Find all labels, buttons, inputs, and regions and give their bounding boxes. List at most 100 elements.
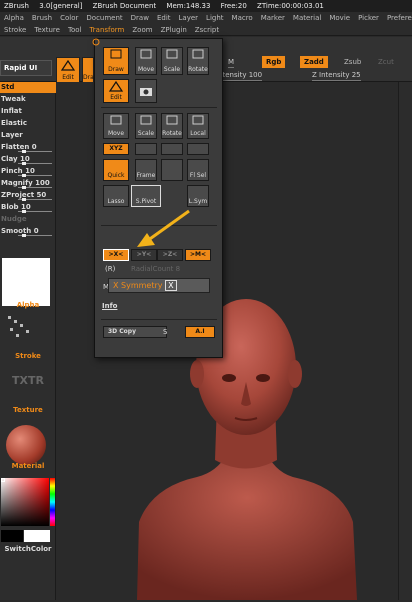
move-icon (140, 49, 152, 59)
edit-label: Edit (62, 74, 74, 81)
zsub-button[interactable]: Zsub (340, 56, 365, 68)
stroke-label[interactable]: Stroke (0, 352, 56, 360)
flat-sel-label: Fl Sel (189, 172, 207, 179)
row1-rotate-button[interactable]: Rotate (187, 47, 209, 75)
material-label[interactable]: Material (0, 462, 56, 470)
mem-readout: Mem:148.33 (166, 2, 211, 10)
brush-clay[interactable]: Clay 10 (0, 154, 56, 165)
r-label[interactable]: (R) (105, 265, 115, 273)
switch-color-button[interactable]: SwitchColor (0, 545, 56, 553)
brush-pinch[interactable]: Pinch 10 (0, 166, 56, 177)
brush-tweak[interactable]: Tweak (0, 94, 56, 105)
brush-layer[interactable]: Layer (0, 130, 56, 141)
brush-slider-knob[interactable] (22, 162, 26, 165)
spivot-button[interactable]: S.Pivot (131, 185, 161, 207)
edit-mode-button[interactable]: Edit (103, 79, 129, 103)
row1-draw-button[interactable]: Draw (103, 47, 129, 75)
rotate-x-icon[interactable] (135, 143, 157, 155)
zadd-button[interactable]: Zadd (300, 56, 328, 68)
menu-item-brush[interactable]: Brush (32, 12, 52, 24)
z-intensity-slider[interactable]: Z Intensity 25 (312, 71, 361, 81)
frame-label: Frame (136, 172, 156, 179)
brush-magnify[interactable]: Magnify 100 (0, 178, 56, 189)
copy-3d-button[interactable]: 3D Copy (103, 326, 167, 338)
menu-item-tool[interactable]: Tool (68, 24, 82, 35)
menu-item-document[interactable]: Document (86, 12, 122, 24)
popup-pin-icon[interactable] (91, 37, 101, 47)
brush-smooth[interactable]: Smooth 0 (0, 226, 56, 237)
texture-label[interactable]: Texture (0, 406, 56, 414)
menu-item-picker[interactable]: Picker (358, 12, 379, 24)
quick-label: Quick (107, 172, 125, 179)
symmetry-x-button[interactable]: >X< (103, 249, 129, 261)
xyz-button[interactable]: XYZ (103, 143, 129, 155)
alpha-thumbnail[interactable] (2, 258, 50, 306)
draw-button[interactable]: Draw (82, 57, 99, 83)
edit-button[interactable]: Edit (56, 57, 80, 83)
menu-item-alpha[interactable]: Alpha (4, 12, 24, 24)
s-label: S (163, 328, 168, 336)
menu-item-movie[interactable]: Movie (329, 12, 350, 24)
quick-button[interactable]: Quick (103, 159, 129, 181)
color-picker-cursor[interactable] (1, 478, 5, 482)
brush-elastic[interactable]: Elastic (0, 118, 56, 129)
radial-count-slider[interactable]: RadialCount 8 (131, 265, 180, 273)
brush-inflat[interactable]: Inflat (0, 106, 56, 117)
menu-item-draw[interactable]: Draw (131, 12, 149, 24)
brush-slider-knob[interactable] (22, 186, 26, 189)
brush-slider-knob[interactable] (22, 150, 26, 153)
menu-item-stroke[interactable]: Stroke (4, 24, 26, 35)
primary-color-swatch[interactable] (1, 530, 23, 542)
lsym-button[interactable]: L.Sym (187, 185, 209, 207)
rgb-button[interactable]: Rgb (262, 56, 286, 68)
menu-item-zscript[interactable]: Zscript (195, 24, 219, 35)
brush-slider-knob[interactable] (22, 234, 26, 237)
symmetry-z-button[interactable]: >Z< (157, 249, 183, 261)
brush-std[interactable]: Std (0, 82, 56, 93)
brush-blob[interactable]: Blob 10 (0, 202, 56, 213)
row3-scale-button[interactable]: Scale (135, 113, 157, 139)
menu-item-marker[interactable]: Marker (261, 12, 285, 24)
row1-move-button[interactable]: Move (135, 47, 157, 75)
menu-item-material[interactable]: Material (293, 12, 321, 24)
rotate-y-icon[interactable] (161, 143, 183, 155)
row3-rotate-button[interactable]: Rotate (161, 113, 183, 139)
flat-sel-button[interactable]: Fl Sel (187, 159, 209, 181)
hue-slider[interactable] (50, 478, 55, 526)
row3-move-button[interactable]: Move (103, 113, 129, 139)
symmetry-y-button[interactable]: >Y< (131, 249, 157, 261)
zcut-button[interactable]: Zcut (374, 56, 398, 68)
brush-nudge[interactable]: Nudge (0, 214, 56, 225)
menu-item-layer[interactable]: Layer (179, 12, 199, 24)
alpha-label[interactable]: Alpha (0, 301, 56, 309)
rotate-z-icon[interactable] (187, 143, 209, 155)
menu-item-transform[interactable]: Transform (90, 24, 125, 35)
menu-item-zoom[interactable]: Zoom (132, 24, 152, 35)
stroke-dots-icon[interactable] (4, 312, 44, 342)
snapshot-button[interactable] (135, 79, 157, 103)
secondary-color-swatch[interactable] (24, 530, 50, 542)
row1-scale-button[interactable]: Scale (161, 47, 183, 75)
brush-slider-knob[interactable] (22, 210, 26, 213)
brush-slider-knob[interactable] (22, 174, 26, 177)
color-picker[interactable] (1, 478, 49, 526)
menu-item-color[interactable]: Color (60, 12, 78, 24)
material-sphere[interactable] (6, 425, 46, 465)
ai-button[interactable]: A.I (185, 326, 215, 338)
row3-local-button[interactable]: Local (187, 113, 209, 139)
symmetry-m-button[interactable]: >M< (185, 249, 211, 261)
brush-flatten[interactable]: Flatten 0 (0, 142, 56, 153)
menu-item-macro[interactable]: Macro (232, 12, 253, 24)
brush-slider-knob[interactable] (22, 198, 26, 201)
menu-item-texture[interactable]: Texture (34, 24, 60, 35)
menu-item-edit[interactable]: Edit (157, 12, 171, 24)
menu-item-preferences[interactable]: Preferences (387, 12, 412, 24)
rapid-ui-button[interactable]: Rapid UI (0, 60, 52, 76)
frame-button[interactable]: Frame (135, 159, 157, 181)
brush-zproject[interactable]: ZProject 50 (0, 190, 56, 201)
info-link[interactable]: Info (102, 302, 117, 310)
lasso-button[interactable]: Lasso (103, 185, 129, 207)
menu-item-light[interactable]: Light (206, 12, 223, 24)
menu-item-zplugin[interactable]: ZPlugin (161, 24, 187, 35)
fill-button[interactable] (161, 159, 183, 181)
